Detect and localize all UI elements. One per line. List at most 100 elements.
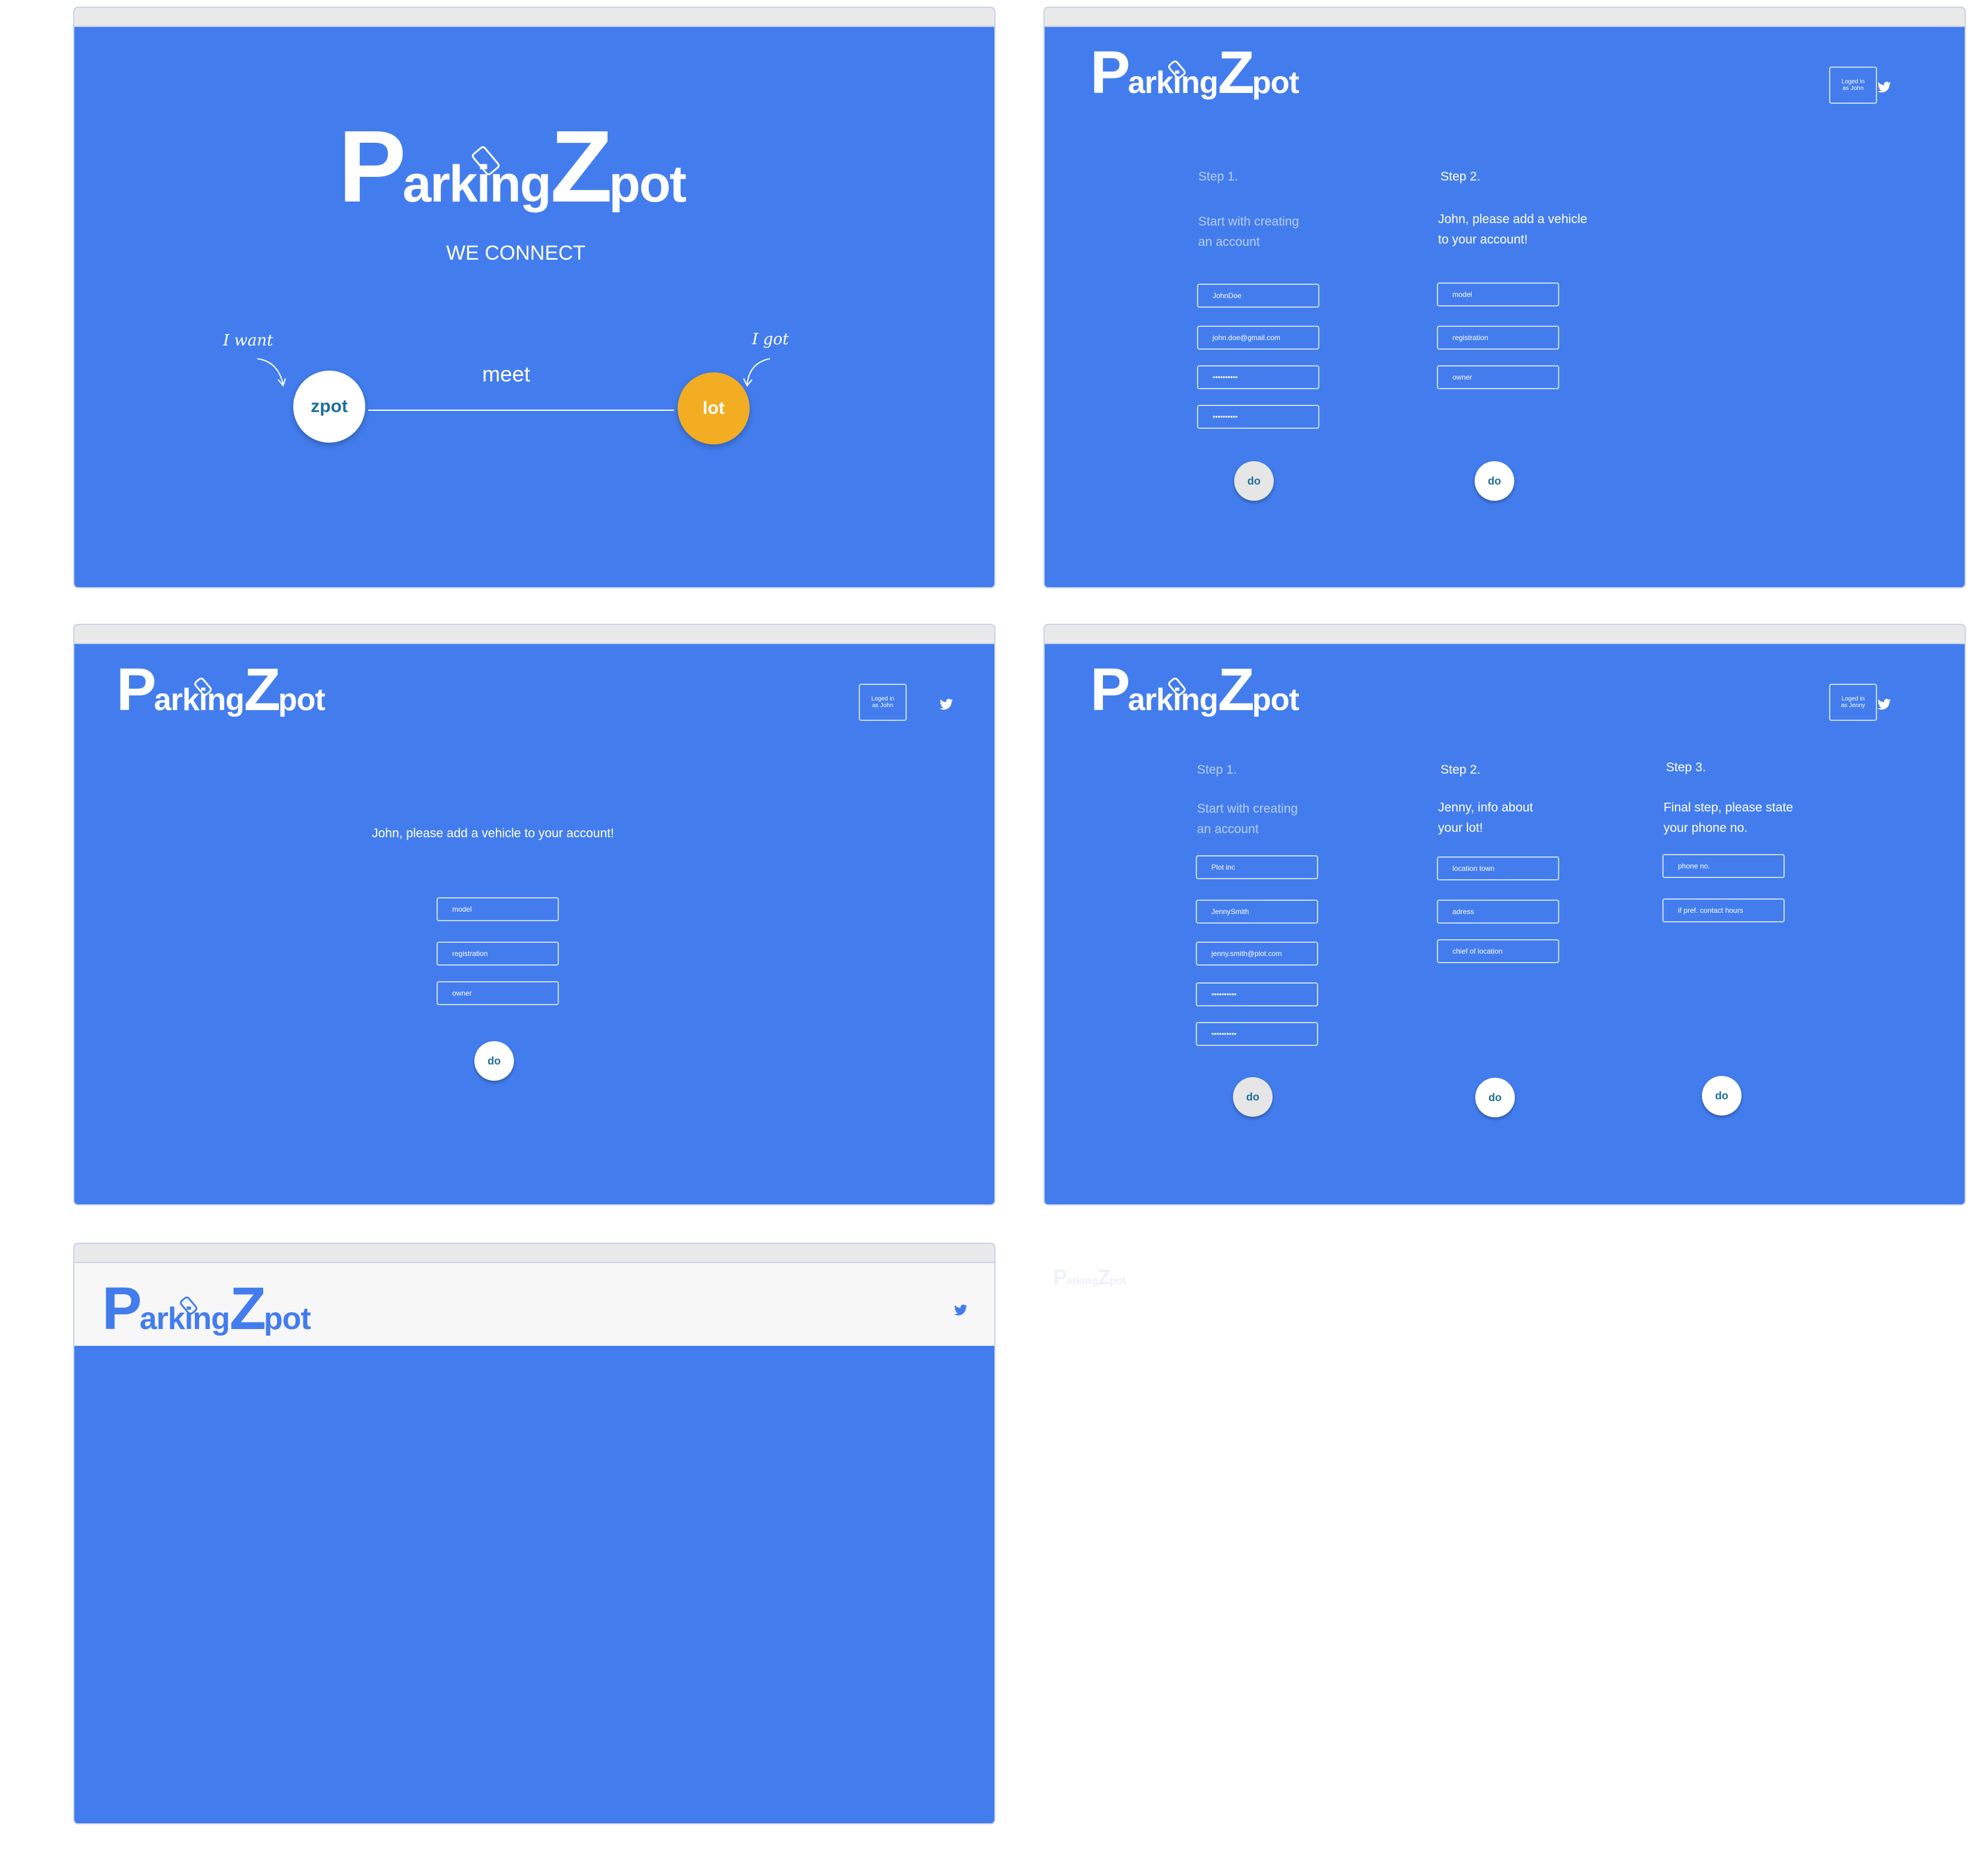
model-field[interactable]: model (1437, 282, 1559, 306)
logo-letter-p: P (1053, 1265, 1067, 1289)
phone-field[interactable]: phone no. (1662, 854, 1785, 878)
step1-text-line2: an account (1198, 235, 1260, 249)
login-line-1: Loged in (871, 696, 895, 702)
logo-letter-p: P (116, 656, 157, 723)
logo-letter-z: Z (1097, 1265, 1110, 1289)
logo[interactable]: ParkingZpot (1090, 39, 1300, 106)
logo-text-pot: pot (1252, 683, 1300, 717)
home-screen: ParkingZpot (73, 1243, 995, 1824)
email-field[interactable]: jenny.smith@plot.com (1196, 942, 1318, 966)
step1-heading: Step 1. (1197, 763, 1237, 777)
logo-text-pot: pot (278, 683, 326, 717)
tagline: WE CONNECT (446, 242, 586, 264)
zpot-circle[interactable]: zpot (293, 371, 365, 443)
login-status[interactable]: Loged in as John (1829, 67, 1877, 104)
step3-text-line1: Final step, please state (1664, 801, 1793, 814)
got-arrow-icon (743, 358, 771, 387)
logo-letter-z: Z (1217, 39, 1255, 106)
password-field[interactable]: •••••••••• (1196, 982, 1318, 1006)
logo-letter-z: Z (550, 110, 612, 224)
logo-letter-p: P (1090, 656, 1130, 723)
step1-do-button[interactable]: do (1233, 1077, 1273, 1117)
twitter-icon[interactable] (954, 1304, 968, 1317)
connector-line (368, 410, 674, 411)
logo-letter-z: Z (1217, 656, 1255, 723)
login-line-1: Loged in (1841, 79, 1865, 85)
owner-field[interactable]: owner (1437, 365, 1559, 389)
logo[interactable]: ParkingZpot (338, 110, 687, 224)
logo-letter-z: Z (229, 1275, 266, 1342)
logo-text-arking: arking (402, 155, 551, 213)
login-line-2: as John (872, 702, 894, 709)
landing-screen: ParkingZpot WE CONNECT I want I got meet… (73, 7, 995, 588)
step3-text-line2: your phone no. (1664, 821, 1748, 835)
password-field[interactable]: •••••••••• (1197, 365, 1319, 389)
logo-text-pot: pot (1252, 65, 1300, 100)
zpot-label: zpot (311, 396, 348, 416)
browser-bar (74, 1244, 994, 1263)
step1-text-line1: Start with creating (1197, 802, 1298, 816)
step2-text-line2: your lot! (1438, 821, 1483, 835)
got-label: I got (752, 330, 789, 348)
step2-text: Jenny, info about your lot! (1438, 798, 1533, 838)
step2-heading: Step 2. (1440, 763, 1481, 777)
username-field[interactable]: JennySmith (1196, 900, 1318, 924)
location-town-field[interactable]: location town (1437, 856, 1559, 880)
step3-heading: Step 3. (1666, 760, 1706, 774)
step2-text-line2: to your account! (1438, 233, 1528, 246)
browser-bar (1045, 625, 1965, 644)
browser-bar (74, 625, 994, 644)
logo[interactable]: ParkingZpot (116, 656, 326, 723)
registration-field[interactable]: registration (1437, 326, 1559, 350)
logo-letter-p: P (338, 110, 406, 224)
vehicle-title: John, please add a vehicle to your accou… (372, 826, 614, 840)
step2-text-line1: John, please add a vehicle (1438, 212, 1587, 226)
owner-field[interactable]: owner (437, 981, 559, 1005)
lot-owner-screen: ParkingZpot Loged in as Jenny Step 1. St… (1043, 624, 1966, 1205)
lot-label: lot (702, 398, 725, 418)
twitter-icon[interactable] (1877, 81, 1891, 94)
login-line-1: Loged in (1841, 696, 1865, 702)
company-field[interactable]: Plot inc (1196, 855, 1318, 879)
logo-letter-p: P (1090, 39, 1130, 106)
logo-letter-p: P (102, 1275, 142, 1342)
logo-text-pot: pot (1109, 1274, 1126, 1287)
logo[interactable]: ParkingZpot (102, 1279, 311, 1339)
logo-text-pot: pot (609, 155, 687, 213)
step1-heading: Step 1. (1198, 170, 1238, 184)
step2-do-button[interactable]: do (1475, 461, 1514, 501)
step2-text-line1: Jenny, info about (1438, 801, 1533, 814)
step1-text-line1: Start with creating (1198, 215, 1300, 229)
login-status[interactable]: Loged in as Jenny (1829, 684, 1877, 721)
step3-text: Final step, please state your phone no. (1664, 798, 1793, 838)
model-field[interactable]: model (437, 897, 559, 921)
step3-do-button[interactable]: do (1702, 1076, 1742, 1116)
step1-text: Start with creating an account (1198, 212, 1299, 252)
chief-of-location-field[interactable]: chief of location (1437, 939, 1559, 963)
logo-letter-z: Z (243, 656, 281, 723)
browser-bar (1045, 8, 1965, 27)
do-button[interactable]: do (474, 1041, 514, 1081)
step2-heading: Step 2. (1440, 170, 1481, 184)
registration-field[interactable]: registration (437, 942, 559, 966)
logo[interactable]: ParkingZpot (1090, 656, 1300, 723)
password-confirm-field[interactable]: •••••••••• (1197, 405, 1319, 429)
twitter-icon[interactable] (939, 698, 954, 711)
login-line-2: as Jenny (1840, 702, 1866, 709)
password-confirm-field[interactable]: •••••••••• (1196, 1022, 1318, 1046)
contact-hours-field[interactable]: if pref. contact hours (1662, 898, 1785, 922)
login-line-2: as John (1842, 85, 1864, 92)
lot-circle[interactable]: lot (678, 372, 750, 444)
username-field[interactable]: JohnDoe (1197, 284, 1319, 308)
step2-do-button[interactable]: do (1475, 1078, 1515, 1117)
twitter-icon[interactable] (1877, 698, 1891, 711)
step1-text-line2: an account (1197, 822, 1259, 836)
address-field[interactable]: adress (1437, 900, 1559, 924)
logo-text-pot: pot (263, 1301, 311, 1336)
step2-text: John, please add a vehicle to your accou… (1438, 209, 1587, 250)
browser-bar (74, 8, 994, 27)
email-field[interactable]: john.doe@gmail.com (1197, 326, 1319, 350)
step1-do-button[interactable]: do (1234, 461, 1274, 501)
meet-label: meet (482, 362, 531, 386)
login-status[interactable]: Loged in as John (859, 684, 907, 721)
